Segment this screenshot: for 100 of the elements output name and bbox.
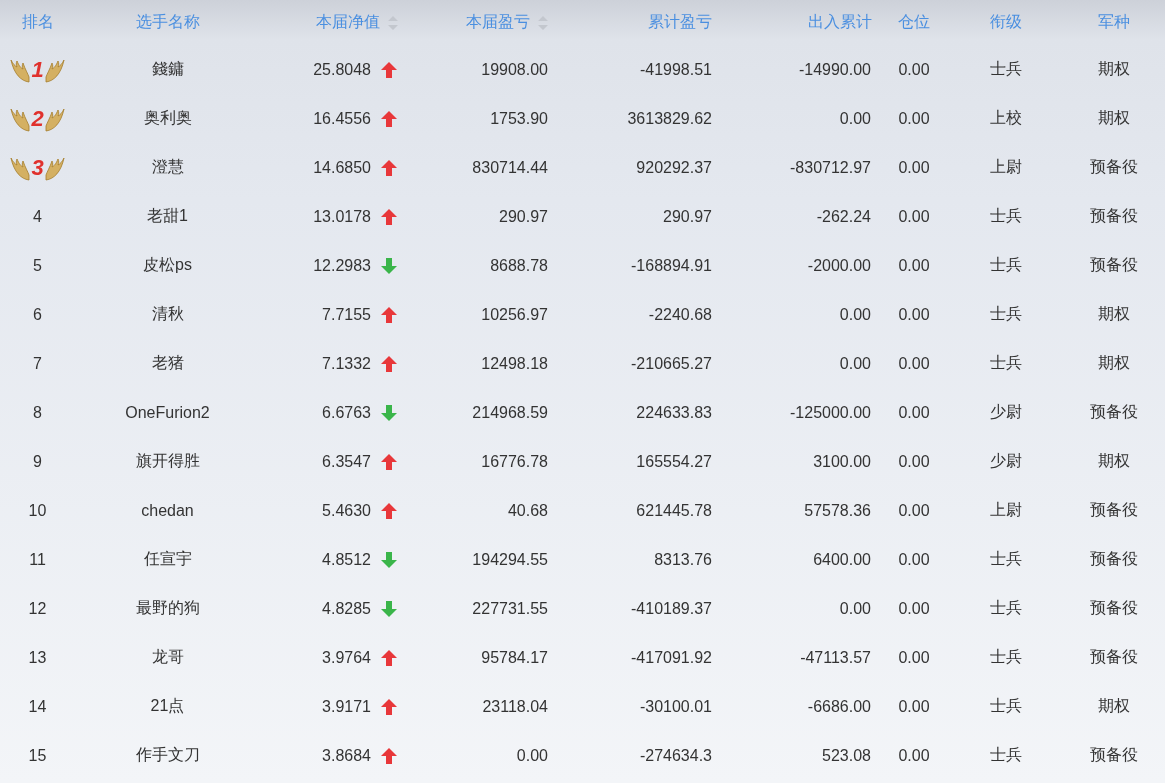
table-cell: 920292.37 [636,158,712,177]
net-value: 3.8684 [322,746,371,765]
table-cell: 16776.78 [481,452,548,471]
table-cell: 8688.78 [490,256,548,275]
rank-number: 7 [33,354,42,373]
table-cell: 0.00 [898,697,930,716]
rank-number: 4 [33,207,42,226]
table-cell-text: 士兵 [990,598,1022,618]
column-header[interactable]: 本届盈亏 [466,12,530,33]
table-cell-text: 期权 [1097,304,1130,324]
table-cell: 1753.90 [490,109,548,128]
table-cell: -47113.57 [800,648,871,667]
table-cell: 0.00 [839,109,871,128]
table-cell: 0.00 [898,599,930,618]
table-cell-text: 少尉 [990,451,1022,471]
table-cell-text: 预备役 [1089,500,1138,520]
table-cell: -830712.97 [790,158,871,177]
table-cell: 0.00 [898,501,930,520]
player-name: 老甜1 [147,206,188,226]
net-value: 6.6763 [322,403,371,422]
table-cell-text: 预备役 [1089,647,1138,667]
player-name: 任宣宇 [143,549,192,569]
player-name: 老猪 [151,353,184,373]
rank-number: 6 [33,305,42,324]
table-cell: -2000.00 [807,256,871,275]
table-cell: 0.00 [839,354,871,373]
table-cell: 0.00 [898,60,930,79]
table-cell: 3100.00 [813,452,871,471]
column-header[interactable]: 排名 [21,12,54,33]
player-name: 最野的狗 [135,598,200,618]
column-header[interactable]: 本届净值 [316,12,380,33]
table-cell-text: 期权 [1097,696,1130,716]
net-value: 25.8048 [313,60,371,79]
table-cell: 57578.36 [804,501,871,520]
net-value: 16.4556 [313,109,371,128]
table-cell-text: 士兵 [990,696,1022,716]
table-cell: -168894.91 [631,256,712,275]
table-cell: 0.00 [839,305,871,324]
table-cell: 40.68 [507,501,548,520]
table-cell-text: 上尉 [990,500,1022,520]
column-header[interactable]: 仓位 [898,12,930,33]
column-header[interactable]: 出入累计 [808,12,872,33]
table-cell: -262.24 [816,207,871,226]
column-header[interactable]: 军种 [1097,12,1130,33]
table-cell: 3613829.62 [627,109,712,128]
table-cell-text: 预备役 [1089,157,1138,177]
table-cell: 194294.55 [472,550,548,569]
table-cell-text: 上尉 [990,157,1022,177]
rank-number: 9 [33,452,42,471]
table-cell-text: 士兵 [990,255,1022,275]
table-cell: 0.00 [898,648,930,667]
rank-number: 14 [28,697,47,716]
rank-number: 13 [28,648,47,667]
player-name: 21点 [150,696,185,716]
player-name: 澄慧 [151,157,184,177]
table-cell-text: 士兵 [990,353,1022,373]
rank-number: 1 [31,56,44,83]
net-value: 13.0178 [313,207,371,226]
net-value: 3.9171 [322,697,371,716]
table-cell-text: 期权 [1097,59,1130,79]
rank-number: 8 [33,403,42,422]
table-cell: 23118.04 [482,697,548,716]
rank-number: 12 [28,599,47,618]
table-cell: -6686.00 [807,697,871,716]
table-cell: 8313.76 [654,550,712,569]
table-cell: 0.00 [898,256,930,275]
player-name: 皮松ps [143,255,192,275]
table-cell-text: 预备役 [1089,745,1138,765]
table-cell-text: 士兵 [990,549,1022,569]
table-cell: 214968.59 [472,403,548,422]
net-value: 5.4630 [322,501,371,520]
table-cell: 0.00 [898,403,930,422]
rank-number: 11 [29,550,46,569]
table-cell: -210665.27 [631,354,712,373]
table-cell: 0.00 [898,109,930,128]
table-cell: 0.00 [898,550,930,569]
table-cell: -2240.68 [648,305,712,324]
player-name: chedan [141,501,194,520]
table-cell: 0.00 [898,452,930,471]
net-value: 7.7155 [322,305,371,324]
column-header[interactable]: 累计盈亏 [648,12,712,33]
net-value: 3.9764 [322,648,371,667]
sort-icon[interactable] [388,15,398,30]
table-cell: 290.97 [499,207,548,226]
table-cell: -417091.92 [631,648,712,667]
sort-icon[interactable] [538,15,548,30]
player-name: 錢鏞 [151,59,184,79]
table-cell: 19908.00 [481,60,548,79]
player-name: 龙哥 [151,647,184,667]
column-header[interactable]: 衔级 [990,12,1022,33]
table-cell-text: 预备役 [1089,402,1138,422]
table-cell-text: 士兵 [990,59,1022,79]
table-cell: -274634.3 [639,746,712,765]
table-cell: 95784.17 [481,648,548,667]
table-cell: 0.00 [898,305,930,324]
column-header[interactable]: 选手名称 [135,12,200,33]
table-cell-text: 士兵 [990,304,1022,324]
table-cell: 621445.78 [636,501,712,520]
table-cell: 224633.83 [636,403,712,422]
table-cell: -14990.00 [798,60,871,79]
